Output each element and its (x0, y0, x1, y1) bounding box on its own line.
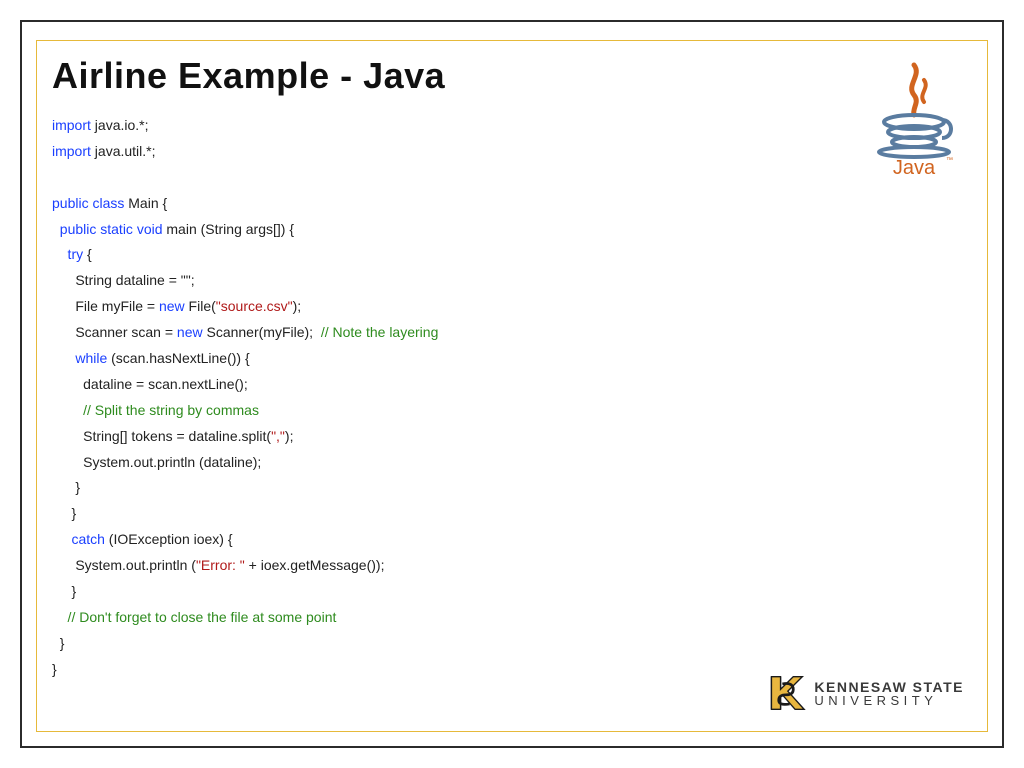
code-text: + ioex.getMessage()); (245, 557, 385, 573)
code-text: String dataline = ""; (52, 272, 195, 288)
code-text: ); (293, 298, 302, 314)
code-text: (scan.hasNextLine()) { (107, 350, 249, 366)
ksu-text: KENNESAW STATE UNIVERSITY (814, 680, 964, 707)
code-text: dataline = scan.nextLine(); (52, 376, 248, 392)
java-logo-icon: Java ™ (864, 60, 964, 180)
code-text: } (52, 479, 80, 495)
code-text: System.out.println (dataline); (52, 454, 261, 470)
comment: // Split the string by commas (52, 402, 259, 418)
kw-psvm: public static void (52, 221, 163, 237)
string-literal: "Error: " (196, 557, 245, 573)
code-text: } (52, 583, 76, 599)
code-text: File myFile = (52, 298, 159, 314)
kw-while: while (52, 350, 107, 366)
kw-catch: catch (52, 531, 105, 547)
java-logo-text: Java (893, 157, 936, 179)
code-text: Main { (124, 195, 167, 211)
ksu-monogram-icon (766, 673, 806, 713)
svg-text:™: ™ (946, 157, 953, 164)
code-text: String[] tokens = dataline.split( (52, 428, 271, 444)
kw-try: try (52, 246, 83, 262)
string-literal: "source.csv" (216, 298, 293, 314)
code-text: main (String args[]) { (163, 221, 295, 237)
ksu-logo: KENNESAW STATE UNIVERSITY (766, 673, 964, 713)
string-literal: "," (271, 428, 285, 444)
slide-content: Airline Example - Java import java.io.*;… (52, 55, 972, 716)
code-text: java.io.*; (91, 117, 149, 133)
kw-new: new (177, 324, 203, 340)
kw-import: import (52, 143, 91, 159)
code-text: System.out.println ( (52, 557, 196, 573)
code-text: } (52, 635, 64, 651)
code-text: ); (285, 428, 294, 444)
kw-public-class: public class (52, 195, 124, 211)
ksu-line1: KENNESAW STATE (814, 680, 964, 694)
java-logo: Java ™ (864, 60, 964, 185)
code-text: File( (185, 298, 216, 314)
comment: // Don't forget to close the file at som… (52, 609, 336, 625)
code-text: } (52, 661, 57, 677)
code-text: } (52, 505, 76, 521)
code-text: java.util.*; (91, 143, 156, 159)
ksu-line2: UNIVERSITY (814, 694, 964, 707)
page-title: Airline Example - Java (52, 55, 972, 97)
code-block: import java.io.*; import java.util.*; pu… (52, 113, 972, 683)
code-text: (IOException ioex) { (105, 531, 233, 547)
code-text: { (83, 246, 92, 262)
kw-new: new (159, 298, 185, 314)
kw-import: import (52, 117, 91, 133)
code-text: Scanner scan = (52, 324, 177, 340)
code-text: Scanner(myFile); (203, 324, 321, 340)
comment: // Note the layering (321, 324, 439, 340)
